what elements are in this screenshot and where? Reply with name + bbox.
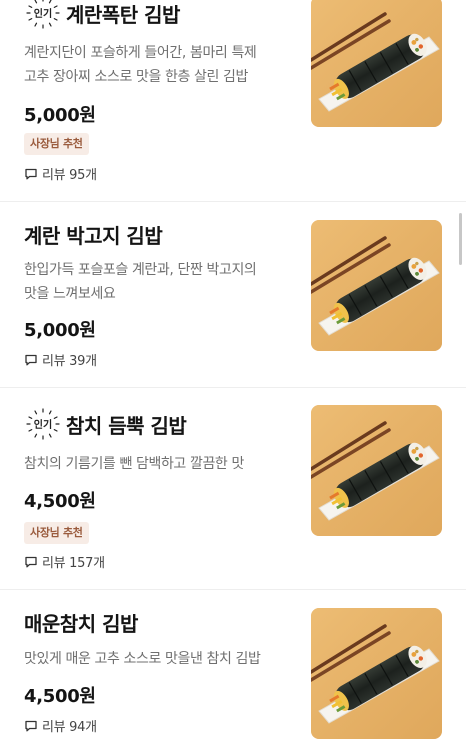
review-count[interactable]: 리뷰 39개 bbox=[24, 350, 97, 369]
menu-item-description-line: 고추 장아찌 소스로 맛을 한층 살린 김밥 bbox=[24, 69, 248, 85]
speech-bubble-icon bbox=[24, 555, 38, 569]
menu-item-description: 맛있게 매운 고추 소스로 맛을낸 참치 김밥 bbox=[24, 647, 294, 671]
menu-item-price: 5,000원 bbox=[24, 320, 96, 341]
popular-badge-icon: 인기 bbox=[24, 408, 62, 440]
menu-item-1[interactable]: 인기 계란폭탄 김밥 계란지단이 포슬하게 들어간, 봄마리 특제 고추 장아찌… bbox=[0, 0, 466, 202]
menu-item-price: 4,500원 bbox=[24, 686, 96, 707]
owner-recommend-badge: 사장님 추천 bbox=[24, 133, 89, 155]
popular-badge-label: 인기 bbox=[34, 7, 52, 20]
review-count-label: 리뷰 157개 bbox=[42, 556, 105, 571]
owner-recommend-badge: 사장님 추천 bbox=[24, 522, 89, 544]
speech-bubble-icon bbox=[24, 719, 38, 733]
menu-item-description-line: 한입가득 포슬포슬 계란과, 단짠 박고지의 bbox=[24, 262, 257, 278]
review-count[interactable]: 리뷰 157개 bbox=[24, 552, 105, 571]
menu-list: 인기 계란폭탄 김밥 계란지단이 포슬하게 들어간, 봄마리 특제 고추 장아찌… bbox=[0, 0, 466, 741]
menu-item-4[interactable]: 매운참치 김밥 맛있게 매운 고추 소스로 맛을낸 참치 김밥 4,500원 리… bbox=[0, 590, 466, 741]
menu-item-description: 계란지단이 포슬하게 들어간, 봄마리 특제 고추 장아찌 소스로 맛을 한층 … bbox=[24, 41, 294, 89]
menu-item-2[interactable]: 계란 박고지 김밥 한입가득 포슬포슬 계란과, 단짠 박고지의 맛을 느껴보세… bbox=[0, 202, 466, 388]
review-count-label: 리뷰 94개 bbox=[42, 720, 97, 735]
popular-badge-icon: 인기 bbox=[24, 0, 62, 29]
menu-item-photo[interactable] bbox=[311, 405, 442, 536]
menu-item-price: 5,000원 bbox=[24, 105, 96, 126]
menu-item-description: 한입가득 포슬포슬 계란과, 단짠 박고지의 맛을 느껴보세요 bbox=[24, 258, 294, 306]
menu-item-title-row: 매운참치 김밥 bbox=[24, 606, 138, 638]
menu-item-title-row: 인기 계란폭탄 김밥 bbox=[24, 0, 180, 29]
menu-item-title-row: 인기 참치 듬뿍 김밥 bbox=[24, 408, 187, 440]
menu-item-description-line: 맛을 느껴보세요 bbox=[24, 286, 116, 302]
speech-bubble-icon bbox=[24, 353, 38, 367]
menu-item-photo[interactable] bbox=[311, 608, 442, 739]
menu-item-description: 참치의 기름기를 뺀 담백하고 깔끔한 맛 bbox=[24, 452, 294, 476]
review-count[interactable]: 리뷰 94개 bbox=[24, 716, 97, 735]
review-count-label: 리뷰 95개 bbox=[42, 168, 97, 183]
menu-item-name: 계란폭탄 김밥 bbox=[66, 2, 180, 27]
speech-bubble-icon bbox=[24, 167, 38, 181]
menu-item-name: 매운참치 김밥 bbox=[24, 611, 138, 636]
menu-item-description-line: 맛있게 매운 고추 소스로 맛을낸 참치 김밥 bbox=[24, 651, 261, 667]
scrollbar[interactable] bbox=[459, 213, 462, 265]
menu-item-description-line: 계란지단이 포슬하게 들어간, 봄마리 특제 bbox=[24, 45, 257, 61]
menu-item-title-row: 계란 박고지 김밥 bbox=[24, 218, 163, 250]
menu-item-3[interactable]: 인기 참치 듬뿍 김밥 참치의 기름기를 뺀 담백하고 깔끔한 맛 4,500원… bbox=[0, 388, 466, 590]
review-count-label: 리뷰 39개 bbox=[42, 354, 97, 369]
menu-item-name: 참치 듬뿍 김밥 bbox=[66, 413, 187, 438]
menu-item-price: 4,500원 bbox=[24, 491, 96, 512]
review-count[interactable]: 리뷰 95개 bbox=[24, 164, 97, 183]
menu-item-photo[interactable] bbox=[311, 0, 442, 127]
menu-item-description-line: 참치의 기름기를 뺀 담백하고 깔끔한 맛 bbox=[24, 456, 244, 472]
menu-item-name: 계란 박고지 김밥 bbox=[24, 223, 163, 248]
menu-item-photo[interactable] bbox=[311, 220, 442, 351]
popular-badge-label: 인기 bbox=[34, 418, 52, 431]
